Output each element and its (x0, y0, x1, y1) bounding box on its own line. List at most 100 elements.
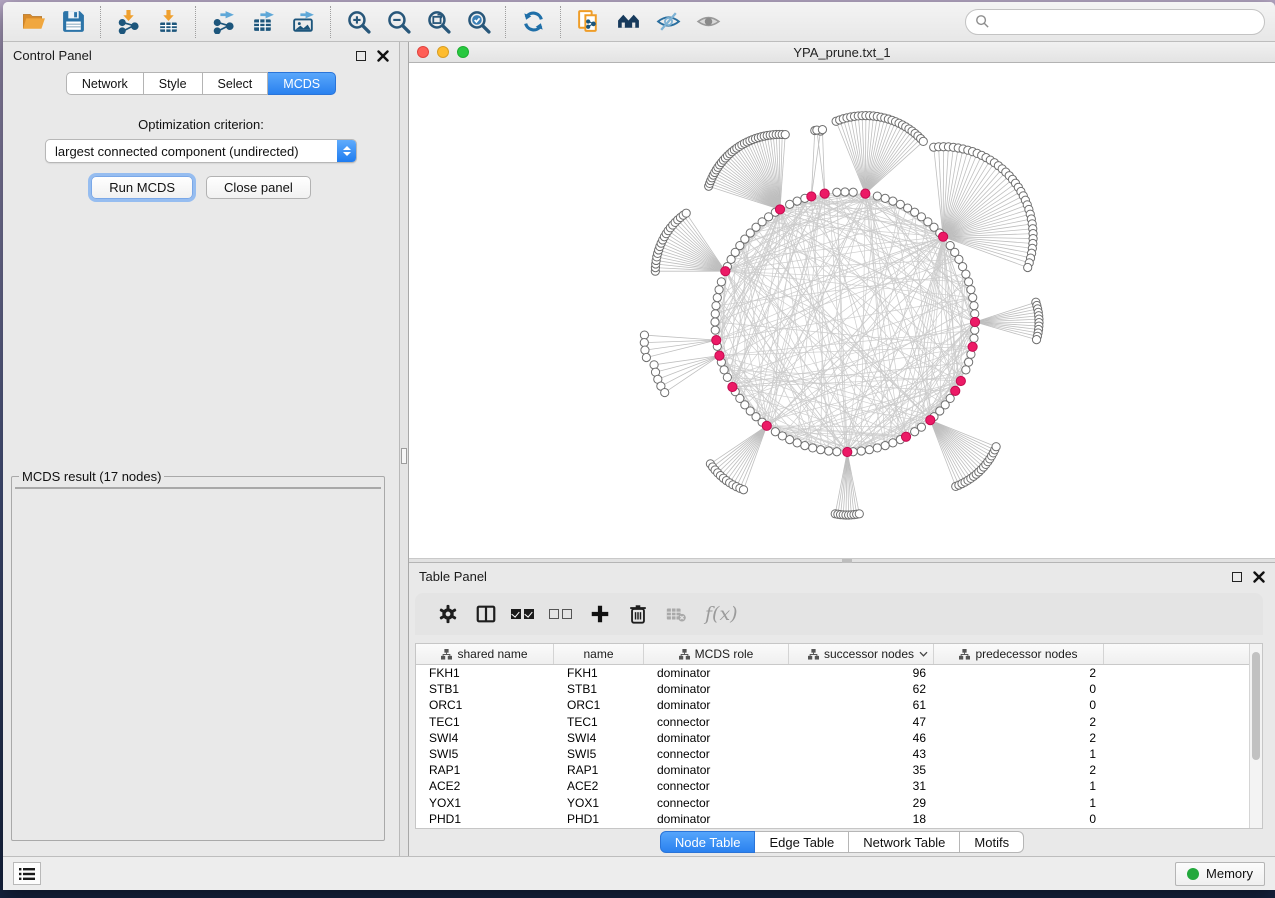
export-table-button[interactable] (243, 5, 283, 39)
refresh-layout-button[interactable] (513, 5, 553, 39)
table-row[interactable]: PHD1PHD1dominator180 (416, 811, 1249, 827)
mcds-hub-node[interactable] (968, 342, 977, 351)
mcds-hub-node[interactable] (956, 376, 965, 385)
column-header-successor-nodes[interactable]: successor nodes (789, 644, 934, 664)
zoom-out-button[interactable] (378, 5, 418, 39)
table-row[interactable]: SWI5SWI5connector431 (416, 746, 1249, 762)
window-close-icon[interactable] (417, 46, 429, 58)
network-canvas[interactable] (409, 63, 1275, 558)
network-graph[interactable] (409, 63, 1275, 558)
tab-motifs[interactable]: Motifs (960, 831, 1024, 853)
hide-all-columns-button[interactable] (543, 597, 581, 631)
panel-list-button[interactable] (13, 862, 41, 885)
close-panel-button[interactable]: Close panel (206, 176, 311, 199)
gear-icon (437, 603, 459, 625)
search-input[interactable] (990, 14, 1255, 29)
mcds-hub-node[interactable] (939, 232, 948, 241)
table-settings-button[interactable] (429, 597, 467, 631)
search-box (965, 9, 1265, 35)
cell-MCDS-role: dominator (644, 812, 789, 826)
mcds-hub-node[interactable] (926, 416, 935, 425)
zoom-in-button[interactable] (338, 5, 378, 39)
table-row[interactable]: TEC1TEC1connector472 (416, 714, 1249, 730)
mcds-hub-node[interactable] (807, 192, 816, 201)
float-panel-icon[interactable] (356, 51, 366, 61)
table-row[interactable]: YOX1YOX1connector291 (416, 795, 1249, 811)
show-all-columns-button[interactable] (505, 597, 543, 631)
import-table-button[interactable] (148, 5, 188, 39)
copy-network-button[interactable] (568, 5, 608, 39)
column-header-filler (1104, 644, 1249, 664)
mcds-hub-node[interactable] (728, 382, 737, 391)
control-panel-titlebar: Control Panel (3, 42, 399, 69)
trash-icon (627, 603, 649, 625)
zoom-fit-button[interactable] (418, 5, 458, 39)
table-header-row: shared namenameMCDS rolesuccessor nodes p… (416, 644, 1249, 665)
mcds-hub-node[interactable] (712, 335, 721, 344)
close-panel-icon[interactable] (377, 50, 389, 62)
table-row[interactable]: SWI4SWI4dominator462 (416, 730, 1249, 746)
window-maximize-icon[interactable] (457, 46, 469, 58)
cell-predecessor-nodes: 2 (934, 763, 1104, 777)
toolbar-separator (505, 6, 506, 38)
create-column-button[interactable] (581, 597, 619, 631)
splitter-handle[interactable] (401, 448, 407, 464)
tab-select[interactable]: Select (203, 72, 269, 95)
first-neighbors-button[interactable] (608, 5, 648, 39)
table-row[interactable]: STB1STB1dominator620 (416, 681, 1249, 697)
zoom-selected-button[interactable] (458, 5, 498, 39)
tab-node-table[interactable]: Node Table (660, 831, 756, 853)
mcds-hub-node[interactable] (820, 189, 829, 198)
column-header-MCDS-role[interactable]: MCDS role (644, 644, 789, 664)
hide-selected-button[interactable] (648, 5, 688, 39)
table-scrollbar[interactable] (1249, 644, 1262, 828)
table-row[interactable]: ORC1ORC1dominator610 (416, 697, 1249, 713)
column-header-shared-name[interactable]: shared name (416, 644, 554, 664)
mcds-hub-node[interactable] (861, 189, 870, 198)
split-panel-button[interactable] (467, 597, 505, 631)
column-label: predecessor nodes (975, 647, 1077, 661)
export-network-button[interactable] (203, 5, 243, 39)
mcds-hub-node[interactable] (843, 447, 852, 456)
mcds-hub-node[interactable] (901, 432, 910, 441)
tab-mcds[interactable]: MCDS (268, 72, 336, 95)
mcds-result-list[interactable]: PHD1CAR1STP4TID3YOX1SWI4SRD1PMA2FKH1ACE2… (16, 488, 369, 492)
export-network-icon (211, 9, 236, 34)
mcds-hub-node[interactable] (951, 386, 960, 395)
delete-table-icon (665, 603, 687, 625)
zoom-fit-icon (426, 9, 451, 34)
mcds-hub-node[interactable] (775, 205, 784, 214)
export-image-button[interactable] (283, 5, 323, 39)
split-columns-icon (475, 603, 497, 625)
import-network-button[interactable] (108, 5, 148, 39)
dropdown-value: largest connected component (undirected) (46, 144, 337, 159)
window-minimize-icon[interactable] (437, 46, 449, 58)
table-row[interactable]: FKH1FKH1dominator962 (416, 665, 1249, 681)
toolbar-separator (100, 6, 101, 38)
column-header-name[interactable]: name (554, 644, 644, 664)
run-mcds-button[interactable]: Run MCDS (91, 176, 193, 199)
vertical-splitter[interactable] (400, 42, 409, 856)
mcds-hub-node[interactable] (762, 421, 771, 430)
mcds-hub-node[interactable] (721, 267, 730, 276)
show-all-button[interactable] (688, 5, 728, 39)
column-header-predecessor-nodes[interactable]: predecessor nodes (934, 644, 1104, 664)
tab-style[interactable]: Style (144, 72, 203, 95)
tab-edge-table[interactable]: Edge Table (755, 831, 849, 853)
checked-box-icon (524, 609, 534, 619)
tab-network[interactable]: Network (66, 72, 144, 95)
save-session-button[interactable] (53, 5, 93, 39)
memory-button[interactable]: Memory (1175, 862, 1265, 886)
cell-predecessor-nodes: 2 (934, 731, 1104, 745)
float-panel-icon[interactable] (1232, 572, 1242, 582)
close-panel-icon[interactable] (1253, 571, 1265, 583)
mcds-hub-node[interactable] (715, 351, 724, 360)
open-file-button[interactable] (13, 5, 53, 39)
optimization-dropdown[interactable]: largest connected component (undirected) (45, 139, 357, 163)
table-row[interactable]: RAP1RAP1dominator352 (416, 762, 1249, 778)
table-row[interactable]: ACE2ACE2connector311 (416, 778, 1249, 794)
scrollbar-thumb[interactable] (1252, 652, 1260, 760)
mcds-hub-node[interactable] (970, 317, 979, 326)
delete-column-button[interactable] (619, 597, 657, 631)
tab-network-table[interactable]: Network Table (849, 831, 960, 853)
